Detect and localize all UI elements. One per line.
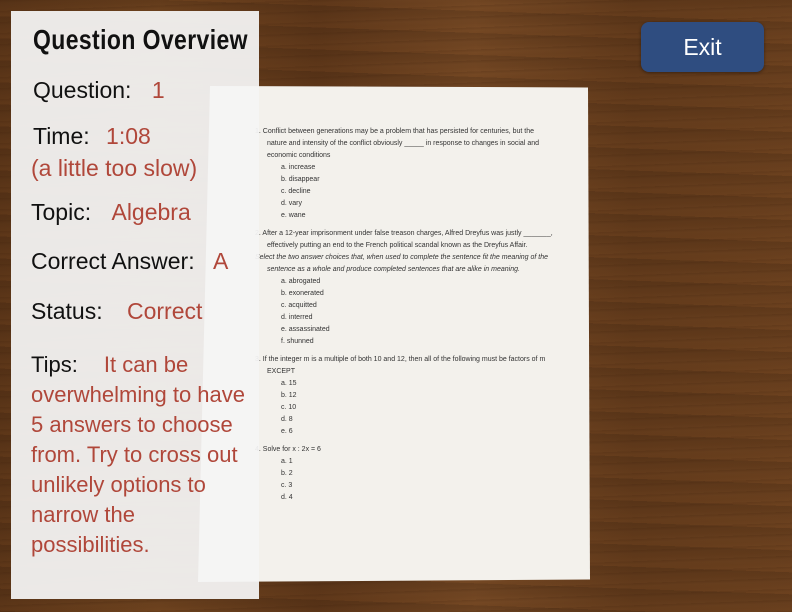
- time-label: Time:: [33, 123, 90, 149]
- topic-label: Topic:: [31, 199, 92, 225]
- answer-choice: d. vary: [281, 200, 303, 207]
- answer-choice: e. assassinated: [281, 326, 330, 333]
- time-row: Time: 1:08: [33, 123, 151, 150]
- answer-choice: f. shunned: [281, 338, 314, 345]
- answer-choice: e. 6: [281, 428, 293, 435]
- status-row: Status: Correct: [31, 298, 202, 325]
- time-note: (a little too slow): [31, 155, 198, 181]
- question-label: Question:: [33, 77, 132, 103]
- time-value: 1:08: [106, 123, 151, 149]
- worksheet-question-3: 3. If the integer m is a multiple of bot…: [255, 354, 555, 438]
- tips-text: It can be overwhelming to have 5 answers…: [31, 352, 246, 557]
- answer-choice: d. 8: [281, 416, 293, 423]
- answer-choice: a. 1: [281, 458, 293, 465]
- answer-choice: a. abrogated: [281, 278, 321, 285]
- worksheet-question-4: 4. Solve for x : 2x = 6 a. 1 b. 2 c. 3 d…: [255, 444, 555, 504]
- question-instruction: Select the two answer choices that, when…: [255, 254, 549, 273]
- worksheet-question-2: 2. After a 12-year imprisonment under fa…: [255, 228, 555, 348]
- topic-row: Topic: Algebra: [31, 199, 191, 226]
- answer-choice: c. 3: [281, 482, 293, 489]
- question-value: 1: [151, 77, 165, 103]
- answer-choice: b. exonerated: [281, 290, 324, 297]
- topic-value: Algebra: [111, 199, 191, 225]
- correct-answer-value: A: [213, 248, 229, 274]
- answer-choice: a. 15: [281, 380, 297, 387]
- correct-answer-label: Correct Answer:: [31, 248, 195, 274]
- exit-button[interactable]: Exit: [641, 22, 764, 72]
- panel-title: Question Overview: [33, 24, 248, 55]
- answer-choice: d. 4: [281, 494, 293, 501]
- question-row: Question: 1: [33, 77, 165, 104]
- status-value: Correct: [127, 298, 203, 324]
- correct-answer-row: Correct Answer: A: [31, 248, 228, 275]
- tips-block: Tips: It can be overwhelming to have 5 an…: [31, 350, 253, 560]
- answer-choice: b. disappear: [281, 176, 320, 183]
- question-stem: 1. Conflict between generations may be a…: [255, 128, 540, 159]
- status-label: Status:: [31, 298, 103, 324]
- worksheet-question-1: 1. Conflict between generations may be a…: [255, 126, 555, 222]
- answer-choice: c. 10: [281, 404, 297, 411]
- answer-choice: d. interred: [281, 314, 313, 321]
- answer-choice: c. decline: [281, 188, 311, 195]
- answer-choice: b. 12: [281, 392, 297, 399]
- answer-choice: b. 2: [281, 470, 293, 477]
- answer-choice: c. acquitted: [281, 302, 317, 309]
- question-stem: 3. If the integer m is a multiple of bot…: [255, 356, 546, 375]
- answer-choice: a. increase: [281, 164, 316, 171]
- answer-choice: e. wane: [281, 212, 306, 219]
- tips-label: Tips:: [31, 352, 78, 377]
- worksheet-text: 1. Conflict between generations may be a…: [255, 126, 555, 510]
- question-stem: 4. Solve for x : 2x = 6: [255, 446, 321, 453]
- question-stem: 2. After a 12-year imprisonment under fa…: [255, 230, 553, 249]
